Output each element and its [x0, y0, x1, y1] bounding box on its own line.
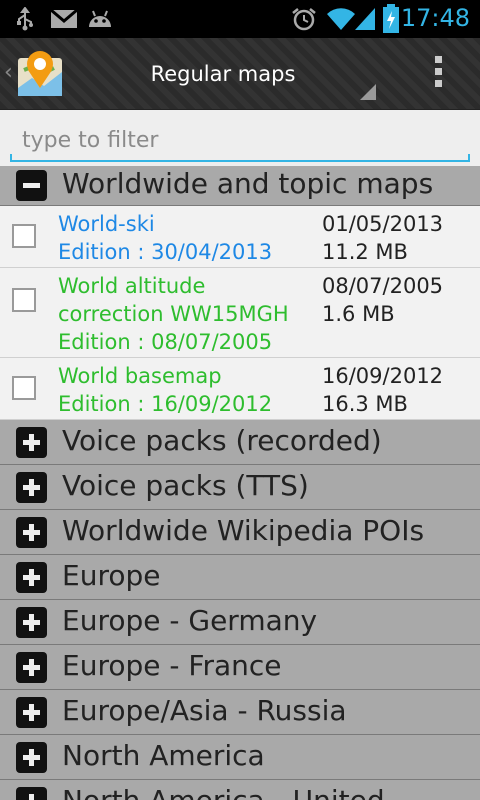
overflow-menu-icon[interactable]: [426, 54, 450, 94]
group-label: Europe: [62, 559, 161, 592]
group-label: Worldwide Wikipedia POIs: [62, 514, 425, 547]
group-europe-germany[interactable]: Europe - Germany: [0, 600, 480, 645]
expand-icon[interactable]: [16, 787, 47, 800]
item-name: World altitude correction WW15MGH: [58, 274, 289, 326]
group-europe[interactable]: Europe: [0, 555, 480, 600]
filter-underline: [10, 154, 470, 162]
battery-icon: [383, 4, 399, 33]
filter-field[interactable]: [10, 120, 470, 166]
item-edition: Edition : 30/04/2013: [58, 240, 273, 264]
group-voice-packs-recorded[interactable]: Voice packs (recorded): [0, 420, 480, 465]
item-size: 16.3 MB: [322, 392, 408, 416]
expand-icon[interactable]: [16, 697, 47, 728]
list-item[interactable]: World-ski Edition : 30/04/2013 01/05/201…: [0, 206, 480, 268]
group-north-america[interactable]: North America: [0, 735, 480, 780]
group-label: Europe - France: [62, 649, 282, 682]
gmail-icon: [50, 8, 78, 28]
group-europe-france[interactable]: Europe - France: [0, 645, 480, 690]
group-wikipedia-pois[interactable]: Worldwide Wikipedia POIs: [0, 510, 480, 555]
item-size: 1.6 MB: [322, 302, 395, 326]
filter-input[interactable]: [10, 120, 470, 160]
item-date: 01/05/2013: [322, 212, 444, 236]
group-label: Europe - Germany: [62, 604, 318, 637]
item-date: 08/07/2005: [322, 274, 444, 298]
item-edition: Edition : 16/09/2012: [58, 392, 273, 416]
alarm-icon: [292, 8, 316, 31]
item-name: World basemap: [58, 364, 222, 388]
status-time: 17:48: [400, 4, 470, 32]
expand-icon[interactable]: [16, 427, 47, 458]
android-icon: [89, 10, 111, 27]
collapse-icon[interactable]: [16, 170, 47, 201]
list-item[interactable]: World basemap Edition : 16/09/2012 16/09…: [0, 358, 480, 420]
item-name: World-ski: [58, 212, 155, 236]
expand-icon[interactable]: [16, 742, 47, 773]
group-label: Voice packs (recorded): [62, 424, 382, 457]
wifi-icon: [327, 8, 355, 31]
map-list: Worldwide and topic maps World-ski Editi…: [0, 166, 480, 800]
content-area: Worldwide and topic maps World-ski Editi…: [0, 110, 480, 800]
spinner-indicator-icon: [360, 84, 376, 100]
group-label: Worldwide and topic maps: [62, 167, 434, 200]
expand-icon[interactable]: [16, 562, 47, 593]
item-checkbox[interactable]: [12, 224, 36, 248]
group-worldwide-topic-maps[interactable]: Worldwide and topic maps: [0, 166, 480, 206]
group-label: North America: [62, 739, 265, 772]
item-date: 16/09/2012: [322, 364, 444, 388]
group-europe-asia-russia[interactable]: Europe/Asia - Russia: [0, 690, 480, 735]
group-voice-packs-tts[interactable]: Voice packs (TTS): [0, 465, 480, 510]
item-size: 11.2 MB: [322, 240, 408, 264]
action-bar: ‹ Regular maps: [0, 38, 480, 110]
expand-icon[interactable]: [16, 517, 47, 548]
usb-icon: [17, 7, 33, 31]
group-north-america-united[interactable]: North America - United: [0, 780, 480, 800]
item-edition: Edition : 08/07/2005: [58, 330, 273, 354]
expand-icon[interactable]: [16, 607, 47, 638]
page-title[interactable]: Regular maps: [0, 62, 446, 86]
expand-icon[interactable]: [16, 472, 47, 503]
group-label: Voice packs (TTS): [62, 469, 309, 502]
item-checkbox[interactable]: [12, 288, 36, 312]
item-checkbox[interactable]: [12, 376, 36, 400]
list-item[interactable]: World altitude correction WW15MGH Editio…: [0, 268, 480, 358]
signal-icon: [355, 8, 375, 30]
group-label: North America - United: [62, 784, 385, 800]
group-label: Europe/Asia - Russia: [62, 694, 347, 727]
expand-icon[interactable]: [16, 652, 47, 683]
status-bar: 17:48: [0, 0, 480, 38]
